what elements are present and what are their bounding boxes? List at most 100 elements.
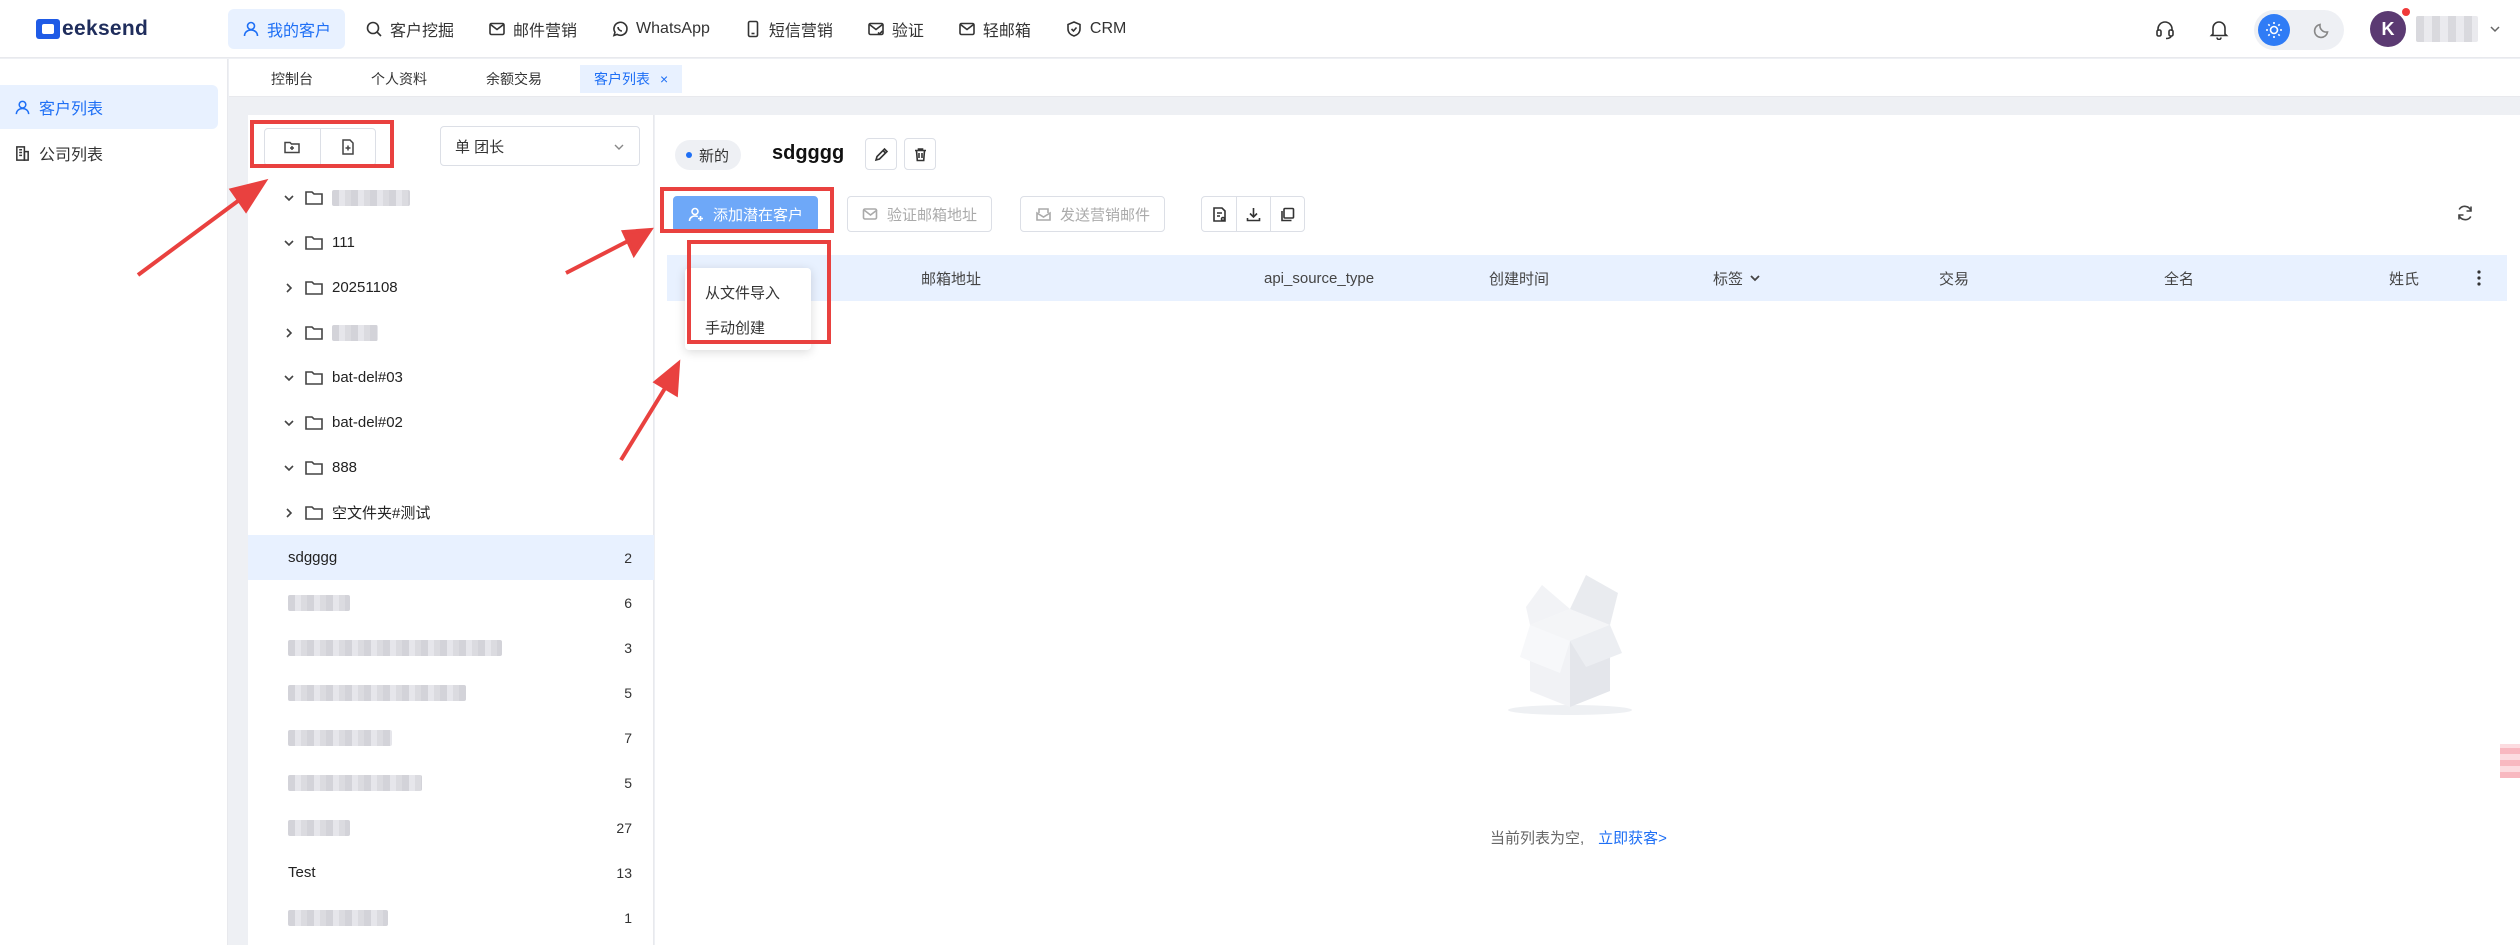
close-icon[interactable]: ×: [660, 71, 668, 87]
folder-actions-group: [264, 128, 376, 166]
verify-mail-icon: [868, 22, 884, 36]
moon-icon[interactable]: [2310, 18, 2334, 42]
folder-item[interactable]: 111: [248, 220, 654, 265]
column-header-api-source-type[interactable]: api_source_type: [1264, 255, 1374, 301]
column-header-deal[interactable]: 交易: [1939, 255, 1969, 301]
chevron-down-icon[interactable]: [282, 191, 296, 205]
tab-customer-list[interactable]: 客户列表 ×: [580, 65, 683, 93]
sidebar-item-company-list[interactable]: 公司列表: [0, 131, 218, 175]
add-prospect-button[interactable]: 添加潜在客户: [673, 196, 819, 232]
filter-list-button[interactable]: [1202, 197, 1236, 231]
username-redacted[interactable]: [2416, 16, 2478, 42]
list-item[interactable]: 7: [248, 715, 654, 760]
empty-state-message: 当前列表为空, 立即获客>: [1490, 827, 1667, 848]
theme-toggle[interactable]: [2254, 10, 2344, 50]
folder-name-redacted: [332, 189, 410, 206]
chevron-down-icon[interactable]: [2488, 22, 2502, 36]
column-header-email[interactable]: 邮箱地址: [921, 255, 981, 301]
logo-mark-icon: [36, 19, 60, 39]
chevron-down-icon[interactable]: [282, 236, 296, 250]
search-icon: [366, 21, 382, 37]
list-count: 2: [624, 549, 632, 566]
folder-item[interactable]: [248, 175, 654, 220]
owner-select-value: 单 团长: [455, 138, 505, 156]
column-header-tags[interactable]: 标签: [1713, 255, 1761, 301]
copy-button[interactable]: [1270, 197, 1304, 231]
edit-list-button[interactable]: [865, 138, 897, 170]
user-plus-icon: [688, 207, 703, 221]
tab-profile[interactable]: 个人资料: [357, 65, 441, 93]
refresh-icon: [2458, 205, 2472, 221]
list-item[interactable]: 27: [248, 805, 654, 850]
refresh-button[interactable]: [2455, 203, 2477, 225]
column-settings-icon[interactable]: [2477, 255, 2481, 301]
column-header-created-at[interactable]: 创建时间: [1489, 255, 1549, 301]
download-button[interactable]: [1236, 197, 1270, 231]
folder-icon: [304, 279, 324, 297]
nav-item-whatsapp[interactable]: WhatsApp: [597, 9, 724, 49]
tab-label: 余额交易: [486, 71, 542, 87]
nav-item-light-mailbox[interactable]: 轻邮箱: [944, 9, 1045, 49]
nav-item-email-marketing[interactable]: 邮件营销: [474, 9, 591, 49]
table-header: a 邮箱地址 api_source_type 创建时间 标签 交易 全名 姓氏: [667, 255, 2507, 301]
building-icon: [16, 145, 29, 161]
folder-item[interactable]: 空文件夹#测试: [248, 490, 654, 535]
nav-item-verify[interactable]: 验证: [853, 9, 938, 49]
chevron-down-icon[interactable]: [282, 371, 296, 385]
send-campaign-button[interactable]: 发送营销邮件: [1020, 196, 1166, 232]
folder-item[interactable]: [248, 310, 654, 355]
list-item[interactable]: sdgggg 2: [248, 535, 654, 580]
chevron-right-icon[interactable]: [282, 326, 296, 340]
chevron-right-icon[interactable]: [282, 506, 296, 520]
nav-item-sms-marketing[interactable]: 短信营销: [730, 9, 847, 49]
tab-dashboard[interactable]: 控制台: [257, 65, 327, 93]
folder-item[interactable]: 20251108: [248, 265, 654, 310]
bell-icon[interactable]: [2208, 18, 2230, 41]
trash-icon: [914, 147, 926, 161]
list-name-redacted: [288, 729, 392, 746]
list-count: 6: [624, 594, 632, 611]
sun-icon[interactable]: [2258, 14, 2290, 46]
menu-item-manual-create[interactable]: 手动创建: [705, 317, 765, 338]
folder-name: bat-del#03: [332, 369, 403, 386]
delete-list-button[interactable]: [904, 138, 936, 170]
nav-item-customer-mining[interactable]: 客户挖掘: [351, 9, 468, 49]
verify-email-button[interactable]: 验证邮箱地址: [847, 196, 993, 232]
download-icon: [1246, 207, 1261, 221]
tab-label: 控制台: [271, 71, 313, 87]
nav-item-crm[interactable]: CRM: [1051, 9, 1140, 49]
headset-icon[interactable]: [2154, 18, 2176, 40]
tab-balance-transactions[interactable]: 余额交易: [472, 65, 556, 93]
column-header-full-name[interactable]: 全名: [2164, 255, 2194, 301]
nav-label: 轻邮箱: [982, 23, 1031, 40]
chevron-down-icon[interactable]: [282, 416, 296, 430]
list-item[interactable]: 5: [248, 670, 654, 715]
list-item[interactable]: 3: [248, 625, 654, 670]
chevron-down-icon[interactable]: [282, 461, 296, 475]
logo-text: eeksend: [62, 17, 149, 40]
list-item[interactable]: 1: [248, 895, 654, 940]
acquire-customers-link[interactable]: 立即获客>: [1598, 830, 1667, 847]
list-detail-panel: 新的 sdgggg 添加潜在客户 验证邮箱地址 发送营销邮件 a 邮箱地址 ap…: [655, 115, 2520, 945]
owner-select[interactable]: 单 团长: [440, 126, 640, 166]
folder-icon: [304, 324, 324, 342]
list-count: 3: [624, 639, 632, 656]
list-item[interactable]: 5: [248, 760, 654, 805]
menu-item-import-from-file[interactable]: 从文件导入: [705, 282, 780, 303]
nav-item-my-customers[interactable]: 我的客户: [228, 9, 346, 49]
folder-item[interactable]: 888: [248, 445, 654, 490]
sidebar-item-customer-list[interactable]: 客户列表: [0, 85, 218, 129]
folder-item[interactable]: bat-del#03: [248, 355, 654, 400]
column-header-last-name[interactable]: 姓氏: [2389, 255, 2419, 301]
new-folder-button[interactable]: [265, 129, 320, 165]
avatar[interactable]: K: [2370, 11, 2406, 47]
list-item[interactable]: 6: [248, 580, 654, 625]
folder-item[interactable]: bat-del#02: [248, 400, 654, 445]
chevron-right-icon[interactable]: [282, 281, 296, 295]
new-list-button[interactable]: [319, 129, 375, 165]
copy-icon: [1281, 207, 1295, 221]
list-item[interactable]: Test 13: [248, 850, 654, 895]
table-tools-group: [1201, 196, 1305, 232]
document-settings-icon: [1212, 206, 1226, 222]
geeksend-logo[interactable]: eeksend: [36, 16, 148, 42]
